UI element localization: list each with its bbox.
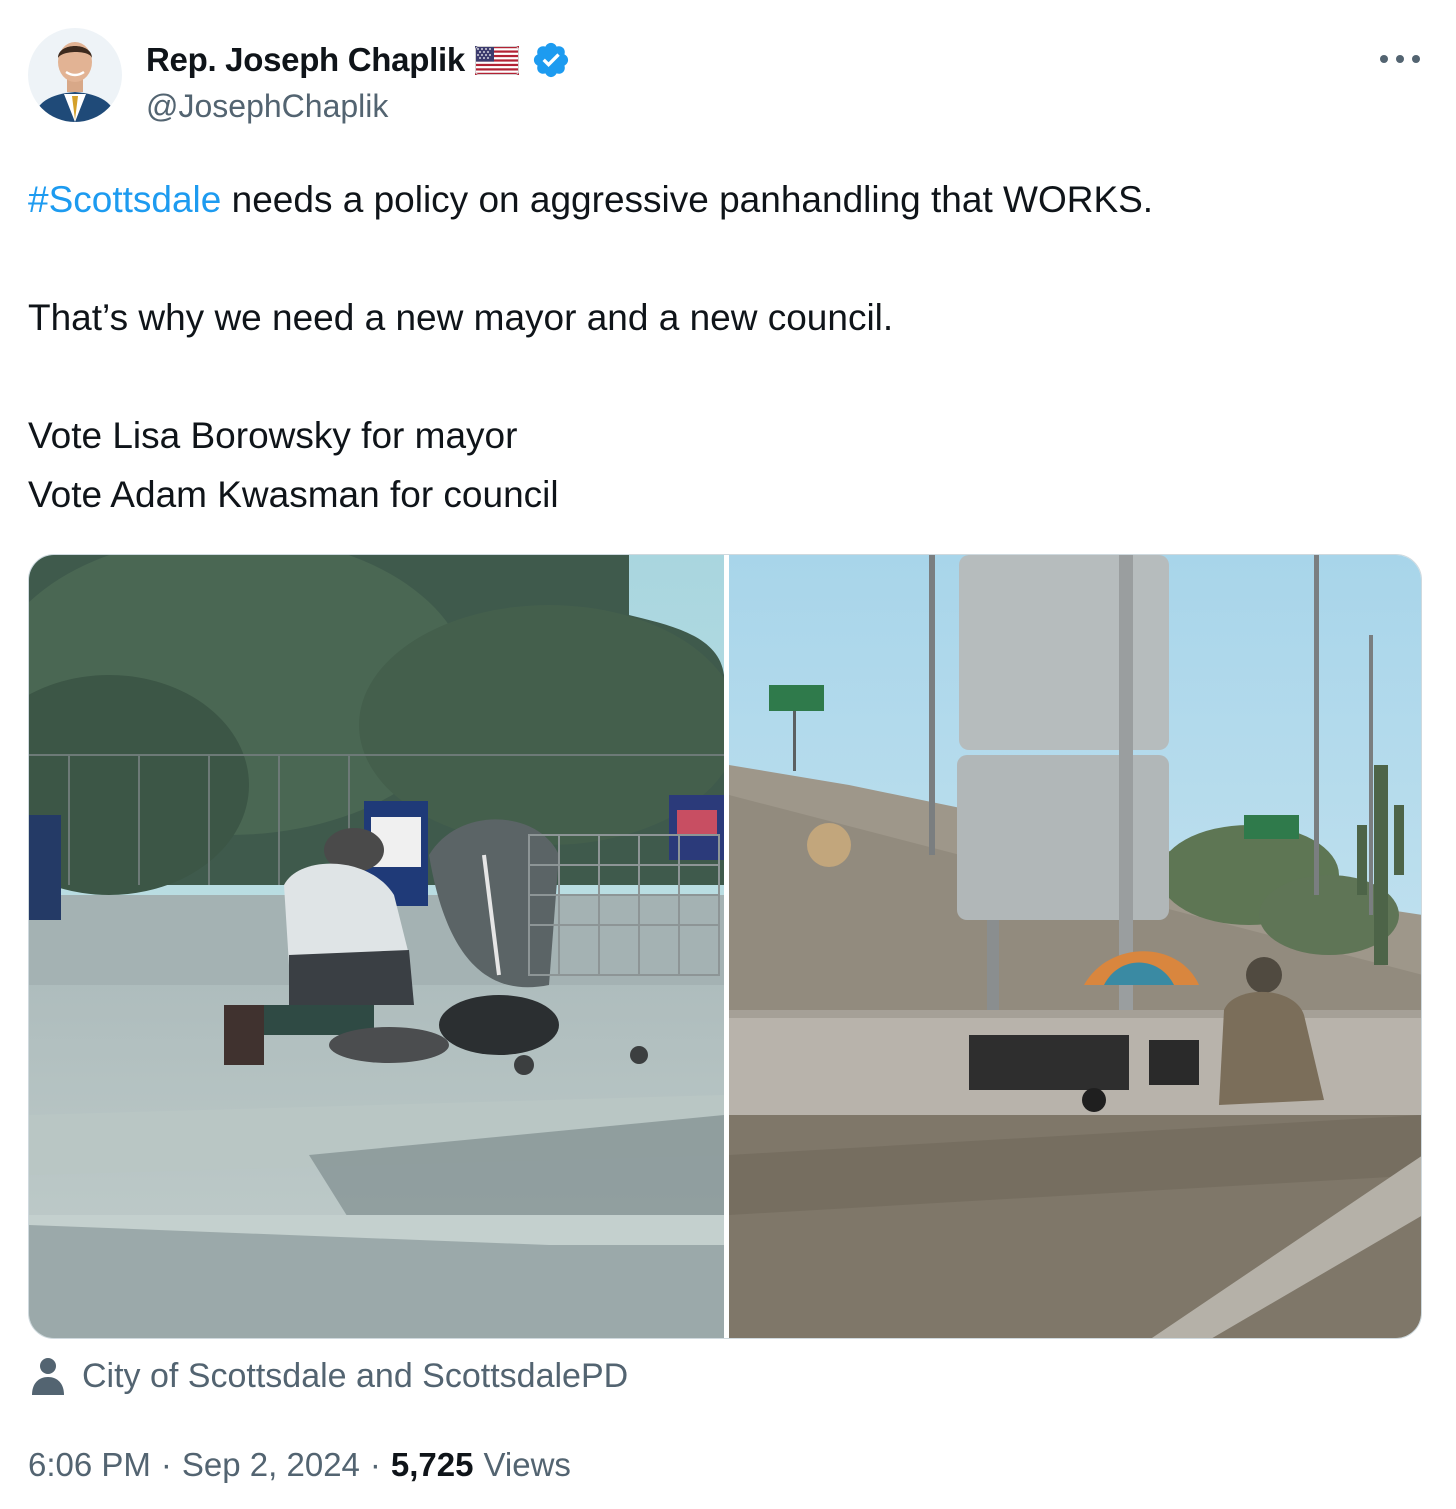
tweet-line-1-text: needs a policy on aggressive panhandling…: [221, 179, 1154, 220]
meta-separator: ·: [160, 1446, 172, 1483]
views-label: Views: [483, 1446, 571, 1483]
us-flag-icon: [474, 45, 519, 75]
hashtag-link[interactable]: #Scottsdale: [28, 179, 221, 220]
author-handle[interactable]: @JosephChaplik: [146, 88, 388, 125]
meta-separator: ·: [369, 1446, 381, 1483]
verified-badge-icon[interactable]: [531, 40, 571, 80]
tagged-users[interactable]: City of Scottsdale and ScottsdalePD: [30, 1354, 628, 1398]
tweet-text: #Scottsdale needs a policy on aggressive…: [28, 170, 1428, 524]
views-count: 5,725: [390, 1446, 474, 1483]
tweet-line-3: Vote Lisa Borowsky for mayor: [28, 415, 518, 456]
media-grid: [28, 554, 1422, 1339]
photo-2[interactable]: [729, 555, 1421, 1338]
tweet-line-1: #Scottsdale needs a policy on aggressive…: [28, 170, 1428, 229]
tweet-time[interactable]: 6:06 PM: [28, 1446, 151, 1484]
photo-2-image: [729, 555, 1421, 1338]
avatar-image: [28, 28, 122, 122]
photo-1-image: [29, 555, 724, 1338]
person-icon: [32, 1358, 64, 1395]
more-options-button[interactable]: [1378, 44, 1422, 74]
tagged-users-text: City of Scottsdale and ScottsdalePD: [82, 1356, 629, 1395]
tweet-card: Rep. Joseph Chaplik @JosephChaplik #Scot…: [0, 0, 1456, 1509]
author-name-row: Rep. Joseph Chaplik: [146, 36, 571, 84]
tweet-line-4: Vote Adam Kwasman for council: [28, 474, 559, 515]
author-avatar[interactable]: [28, 28, 122, 122]
tweet-date[interactable]: Sep 2, 2024: [182, 1446, 360, 1484]
tweet-line-2: That’s why we need a new mayor and a new…: [28, 297, 894, 338]
photo-1[interactable]: [29, 555, 724, 1338]
tweet-meta: 6:06 PM · Sep 2, 2024 · 5,725 Views: [28, 1442, 571, 1488]
author-display-name[interactable]: Rep. Joseph Chaplik: [146, 41, 465, 79]
more-horizontal-icon: [1380, 55, 1420, 63]
